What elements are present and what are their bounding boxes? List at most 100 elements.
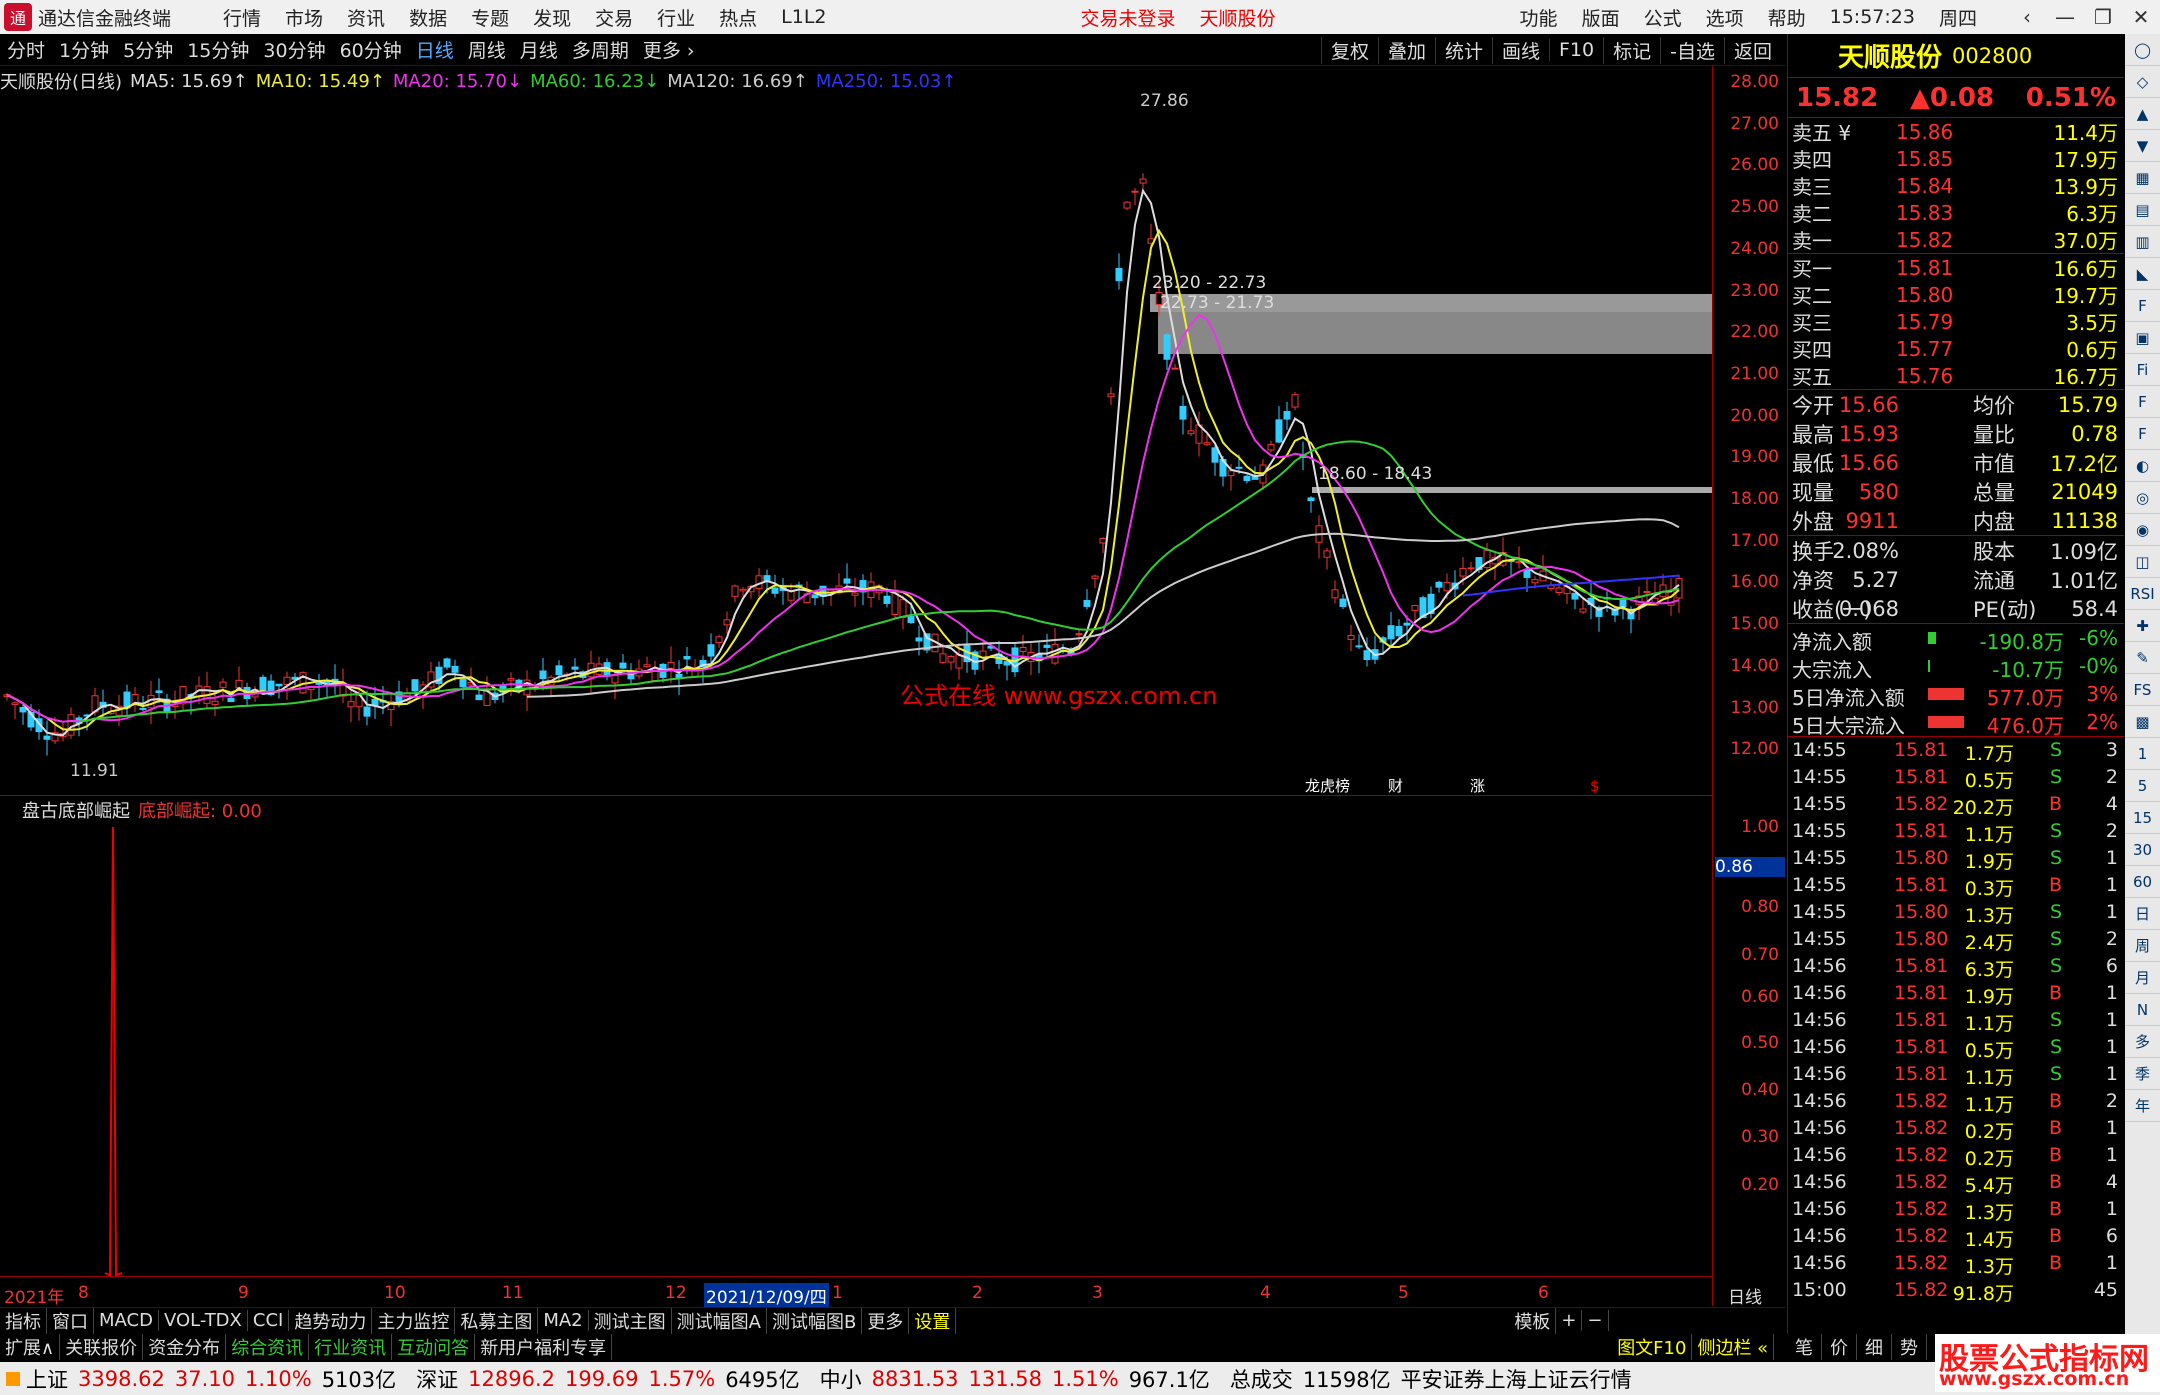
restore-icon[interactable]: ❐ xyxy=(2084,5,2122,29)
marker-dollar[interactable]: $ xyxy=(1590,777,1600,795)
period-60min[interactable]: 60分钟 xyxy=(333,36,409,63)
sidebar-button[interactable]: ◎ xyxy=(2125,482,2160,514)
sidebar-button[interactable]: 15 xyxy=(2125,802,2160,834)
sidebar-button[interactable]: Fi xyxy=(2125,354,2160,386)
tool-diejia[interactable]: 叠加 xyxy=(1377,36,1435,64)
sidebar-button[interactable]: ◯ xyxy=(2125,34,2160,66)
back-icon[interactable]: ‹ xyxy=(2008,5,2046,29)
tick-row[interactable]: 14:56 15.82 0.2万 B 1 xyxy=(1788,1115,2124,1143)
marker-zhang[interactable]: 涨 xyxy=(1470,777,1485,795)
quote-tab[interactable]: 势 xyxy=(1892,1334,1927,1360)
menu-item-banmian[interactable]: 版面 xyxy=(1570,4,1632,31)
marker-longhubang[interactable]: 龙虎榜 xyxy=(1305,777,1350,795)
menu-item-gongshi[interactable]: 公式 xyxy=(1632,4,1694,31)
sidebar-button[interactable]: ◫ xyxy=(2125,546,2160,578)
period-multi[interactable]: 多周期 xyxy=(565,36,636,63)
sidebar-button[interactable]: F xyxy=(2125,290,2160,322)
tool-fanhui[interactable]: 返回 xyxy=(1723,36,1781,64)
tick-list[interactable]: 14:55 15.81 1.7万 S 3 14:55 15.81 0.5万 S 2 14:55 15.… xyxy=(1788,737,2124,1305)
indicator-tab[interactable]: 私募主图 xyxy=(455,1307,539,1334)
tick-row[interactable]: 14:55 15.81 0.5万 S 2 xyxy=(1788,764,2124,792)
indicator-chart[interactable] xyxy=(0,797,1712,1277)
sidebar-button[interactable]: ◐ xyxy=(2125,450,2160,482)
tick-row[interactable]: 14:56 15.82 1.3万 B 1 xyxy=(1788,1196,2124,1224)
tick-row[interactable]: 14:55 15.82 20.2万 B 4 xyxy=(1788,791,2124,819)
marker-cai[interactable]: 财 xyxy=(1388,777,1403,795)
indicator-tab[interactable]: 测试幅图B xyxy=(767,1307,863,1334)
sidebar-button[interactable]: N xyxy=(2125,994,2160,1026)
menu-item-zixun[interactable]: 资讯 xyxy=(335,4,397,31)
period-fenshi[interactable]: 分时 xyxy=(0,36,52,63)
tick-row[interactable]: 14:56 15.82 1.4万 B 6 xyxy=(1788,1223,2124,1251)
ext-tab[interactable]: 行业资讯 xyxy=(309,1334,393,1360)
period-5min[interactable]: 5分钟 xyxy=(116,36,180,63)
tick-row[interactable]: 14:56 15.82 1.3万 B 1 xyxy=(1788,1250,2124,1278)
indicator-tab[interactable]: VOL-TDX xyxy=(159,1310,248,1331)
tick-row[interactable]: 14:55 15.80 1.9万 S 1 xyxy=(1788,845,2124,873)
menu-item-shuju[interactable]: 数据 xyxy=(397,4,459,31)
sidebar-button[interactable]: 季 xyxy=(2125,1058,2160,1090)
ext-tab[interactable]: 资金分布 xyxy=(143,1334,227,1360)
menu-item-xuanxiang[interactable]: 选项 xyxy=(1694,4,1756,31)
sidebar-button[interactable]: ◉ xyxy=(2125,514,2160,546)
ext-tab[interactable]: 综合资讯 xyxy=(226,1334,310,1360)
sidebar-button[interactable]: ▼ xyxy=(2125,130,2160,162)
indicator-tab[interactable]: 主力监控 xyxy=(372,1307,456,1334)
menu-item-bangzhu[interactable]: 帮助 xyxy=(1756,4,1818,31)
sidebar-button[interactable]: ◣ xyxy=(2125,258,2160,290)
tool-biaoji[interactable]: 标记 xyxy=(1603,36,1660,64)
tool-f10[interactable]: F10 xyxy=(1549,39,1603,61)
menu-item-redian[interactable]: 热点 xyxy=(707,4,769,31)
tick-row[interactable]: 14:56 15.82 1.1万 B 2 xyxy=(1788,1088,2124,1116)
indicator-tab[interactable]: MACD xyxy=(94,1310,159,1331)
menu-item-shichang[interactable]: 市场 xyxy=(273,4,335,31)
sidebar-button[interactable]: ✎ xyxy=(2125,642,2160,674)
menu-item-gongneng[interactable]: 功能 xyxy=(1508,4,1570,31)
trade-status[interactable]: 交易未登录 xyxy=(1069,4,1188,31)
sidebar-button[interactable]: 月 xyxy=(2125,962,2160,994)
tick-row[interactable]: 14:56 15.81 0.5万 S 1 xyxy=(1788,1034,2124,1062)
menu-item-faxian[interactable]: 发现 xyxy=(521,4,583,31)
ext-tab[interactable]: 图文F10 xyxy=(1612,1334,1693,1360)
sidebar-button[interactable]: 周 xyxy=(2125,930,2160,962)
ext-tab[interactable]: 互动问答 xyxy=(392,1334,476,1360)
sidebar-button[interactable]: F xyxy=(2125,386,2160,418)
period-15min[interactable]: 15分钟 xyxy=(180,36,256,63)
tick-row[interactable]: 14:56 15.82 0.2万 B 1 xyxy=(1788,1142,2124,1170)
ext-tab[interactable]: 关联报价 xyxy=(60,1334,144,1360)
tool-huaxian[interactable]: 画线 xyxy=(1491,36,1549,64)
close-icon[interactable]: ✕ xyxy=(2122,5,2160,29)
tick-row[interactable]: 14:56 15.81 6.3万 S 6 xyxy=(1788,953,2124,981)
indicator-tab[interactable]: 测试主图 xyxy=(589,1307,672,1334)
menu-item-hangye[interactable]: 行业 xyxy=(645,4,707,31)
indicator-tab[interactable]: 趋势动力 xyxy=(289,1307,373,1334)
tick-row[interactable]: 15:00 15.82 91.8万 45 xyxy=(1788,1277,2124,1305)
period-30min[interactable]: 30分钟 xyxy=(256,36,332,63)
tick-row[interactable]: 14:56 15.81 1.1万 S 1 xyxy=(1788,1061,2124,1089)
period-daily[interactable]: 日线 xyxy=(409,36,461,63)
sidebar-button[interactable]: ▤ xyxy=(2125,194,2160,226)
menu-item-hangqing[interactable]: 行情 xyxy=(211,4,273,31)
period-1min[interactable]: 1分钟 xyxy=(52,36,116,63)
indicator-tab[interactable]: 窗口 xyxy=(47,1307,94,1334)
indicator-tab[interactable]: 更多 xyxy=(862,1307,910,1334)
ext-tab[interactable]: 新用户福利专享 xyxy=(475,1334,613,1360)
indicator-tab[interactable]: + xyxy=(1556,1310,1583,1331)
quote-tab[interactable]: 价 xyxy=(1822,1334,1857,1360)
sidebar-button[interactable]: 30 xyxy=(2125,834,2160,866)
indicator-tab[interactable]: 指标 xyxy=(0,1307,47,1334)
tool-fuquan[interactable]: 复权 xyxy=(1320,36,1378,64)
indicator-tab[interactable]: 测试幅图A xyxy=(672,1307,767,1334)
sidebar-button[interactable]: FS xyxy=(2125,674,2160,706)
minimize-icon[interactable]: — xyxy=(2046,5,2084,29)
indicator-tab[interactable]: 模板 xyxy=(1509,1307,1557,1334)
ext-tab[interactable]: 侧边栏 « xyxy=(1692,1334,1775,1360)
quote-tab[interactable]: 细 xyxy=(1857,1334,1892,1360)
indicator-tab[interactable]: CCI xyxy=(248,1310,290,1331)
sidebar-button[interactable]: ▲ xyxy=(2125,98,2160,130)
sh-label[interactable]: 上证 xyxy=(26,1364,68,1394)
tick-row[interactable]: 14:55 15.81 0.3万 B 1 xyxy=(1788,872,2124,900)
sidebar-button[interactable]: ◇ xyxy=(2125,66,2160,98)
sidebar-button[interactable]: 60 xyxy=(2125,866,2160,898)
menu-item-zhuanti[interactable]: 专题 xyxy=(459,4,521,31)
